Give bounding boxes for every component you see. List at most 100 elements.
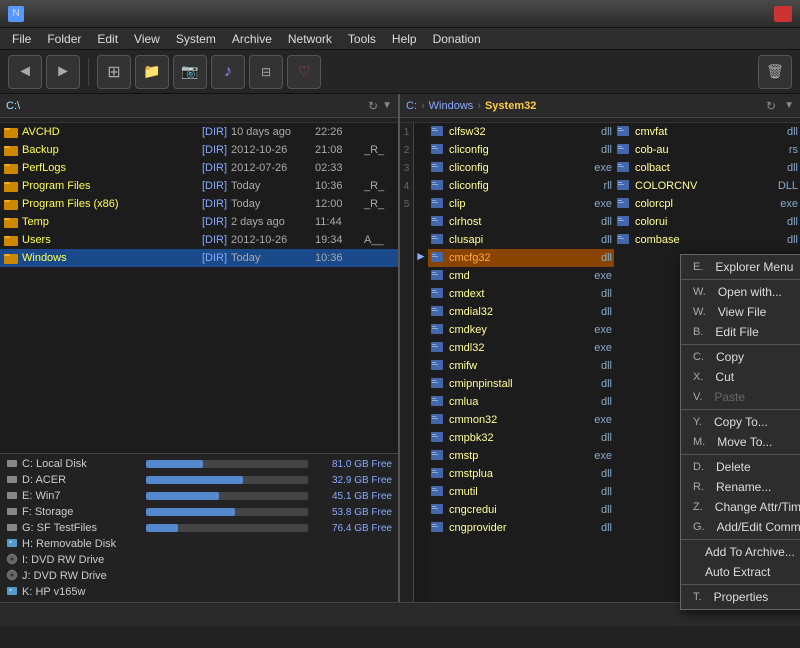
right-file-row-right[interactable]: colbactdll [614,159,800,177]
context-menu-key: D. [693,461,704,473]
right-file-row-left[interactable]: cmstpexe [428,447,614,465]
drive-item[interactable]: D: ACER32.9 GB Free [4,472,394,488]
right-file-row-left[interactable]: cmstpluadll [428,465,614,483]
right-file-row-left[interactable]: cmipnpinstalldll [428,375,614,393]
right-file-row-left[interactable]: cngproviderdll [428,519,614,537]
toolbar-separator-1 [88,58,89,86]
context-menu-separator [681,454,800,455]
left-file-row[interactable]: Users[DIR]2012-10-2619:34A__ [0,231,398,249]
right-file-row-left[interactable]: cmpbk32dll [428,429,614,447]
context-menu-item[interactable]: R.Rename... [681,477,800,497]
right-dropdown-button[interactable]: ▼ [784,100,794,111]
favorite-button[interactable]: ♡ [287,55,321,89]
drive-label: G: SF TestFiles [22,522,142,534]
drive-item[interactable]: J: DVD RW Drive [4,568,394,584]
right-file-row-left[interactable]: cliconfigrll [428,177,614,195]
context-menu-item[interactable]: W.Open with... [681,282,800,302]
right-file-row-right[interactable]: COLORCNVDLL [614,177,800,195]
right-file-row-left[interactable]: cliconfigexe [428,159,614,177]
right-file-row-left[interactable]: cmcfg32dll [428,249,614,267]
drive-item[interactable]: F: Storage53.8 GB Free [4,504,394,520]
context-menu-item[interactable]: W.View File [681,302,800,322]
right-file-row-left[interactable]: cliconfigdll [428,141,614,159]
right-file-row-left[interactable]: clipexe [428,195,614,213]
left-file-row[interactable]: Backup[DIR]2012-10-2621:08_R_ [0,141,398,159]
right-file-row-left[interactable]: cmdl32exe [428,339,614,357]
menu-item-folder[interactable]: Folder [39,30,89,48]
breadcrumb-system32[interactable]: System32 [485,100,536,112]
menu-item-system[interactable]: System [168,30,224,48]
menu-item-tools[interactable]: Tools [340,30,384,48]
context-menu-item[interactable]: C.Copy [681,347,800,367]
context-menu-item[interactable]: T.Properties [681,587,800,607]
menu-item-donation[interactable]: Donation [425,30,489,48]
drive-item[interactable]: G: SF TestFiles76.4 GB Free [4,520,394,536]
left-file-row[interactable]: Temp[DIR]2 days ago11:44 [0,213,398,231]
menu-item-edit[interactable]: Edit [89,30,126,48]
menu-item-archive[interactable]: Archive [224,30,280,48]
context-menu-item[interactable]: X.Cut [681,367,800,387]
context-menu-item[interactable]: D.Delete [681,457,800,477]
context-menu-item[interactable]: E.Explorer Menu [681,257,800,277]
drive-button[interactable]: ⊟ [249,55,283,89]
context-menu-item[interactable]: Z.Change Attr/Time... [681,497,800,517]
left-file-row[interactable]: AVCHD[DIR]10 days ago22:26 [0,123,398,141]
drive-item[interactable]: E: Win745.1 GB Free [4,488,394,504]
back-button[interactable]: ◄ [8,55,42,89]
drive-item[interactable]: K: HP v165w [4,584,394,600]
minimize-button[interactable] [734,6,752,22]
right-file-row-left[interactable]: cmdextdll [428,285,614,303]
left-dropdown-button[interactable]: ▼ [382,100,392,111]
menu-item-help[interactable]: Help [384,30,425,48]
breadcrumb-windows[interactable]: Windows [429,100,474,112]
trash-button[interactable]: 🗑 [758,55,792,89]
view-button[interactable]: ⊞ [97,55,131,89]
context-menu-item[interactable]: M.Move To... [681,432,800,452]
right-file-row-right[interactable]: cmvfatdll [614,123,800,141]
menu-item-network[interactable]: Network [280,30,340,48]
file-name: cngprovider [449,522,582,534]
right-file-row-left[interactable]: cmmon32exe [428,411,614,429]
context-menu-item[interactable]: Auto Extract [681,562,800,582]
right-refresh-button[interactable]: ↻ [766,99,776,113]
titlebar-controls [734,6,792,22]
music-button[interactable]: ♪ [211,55,245,89]
left-file-row[interactable]: Windows[DIR]Today10:36 [0,249,398,267]
left-refresh-button[interactable]: ↻ [368,99,378,113]
forward-button[interactable]: ► [46,55,80,89]
right-file-row-left[interactable]: cmdexe [428,267,614,285]
context-menu-item[interactable]: Y.Copy To... [681,412,800,432]
right-file-row-left[interactable]: cmifwdll [428,357,614,375]
drive-item[interactable]: C: Local Disk81.0 GB Free [4,456,394,472]
context-menu-item[interactable]: G.Add/Edit Comment... [681,517,800,537]
menu-item-file[interactable]: File [4,30,39,48]
maximize-button[interactable] [754,6,772,22]
right-file-row-left[interactable]: clusapidll [428,231,614,249]
right-file-row-right[interactable]: coloruidll [614,213,800,231]
right-file-row-left[interactable]: cmutildll [428,483,614,501]
breadcrumb-c[interactable]: C: [406,100,417,112]
file-icon [430,214,444,231]
right-file-row-left[interactable]: cngcreduidll [428,501,614,519]
folder-button[interactable]: 📁 [135,55,169,89]
right-file-row-left[interactable]: cmdkeyexe [428,321,614,339]
file-type: [DIR] [177,252,227,264]
right-file-row-right[interactable]: cob-aurs [614,141,800,159]
right-file-row-right[interactable]: combasedll [614,231,800,249]
left-file-row[interactable]: PerfLogs[DIR]2012-07-2602:33 [0,159,398,177]
left-file-row[interactable]: Program Files (x86)[DIR]Today12:00_R_ [0,195,398,213]
drive-item[interactable]: H: Removable Disk [4,536,394,552]
camera-button[interactable]: 📷 [173,55,207,89]
right-file-row-left[interactable]: cmdial32dll [428,303,614,321]
context-menu-item[interactable]: Add To Archive... [681,542,800,562]
right-file-row-left[interactable]: clrhostdll [428,213,614,231]
left-file-row[interactable]: Program Files[DIR]Today10:36_R_ [0,177,398,195]
right-file-row-left[interactable]: clfsw32dll [428,123,614,141]
drive-item[interactable]: I: DVD RW Drive [4,552,394,568]
right-file-row-left[interactable]: cmluadll [428,393,614,411]
right-file-row-right[interactable]: colorcplexe [614,195,800,213]
menu-item-view[interactable]: View [126,30,168,48]
close-button[interactable] [774,6,792,22]
funcbar [0,626,800,648]
context-menu-item[interactable]: B.Edit File [681,322,800,342]
